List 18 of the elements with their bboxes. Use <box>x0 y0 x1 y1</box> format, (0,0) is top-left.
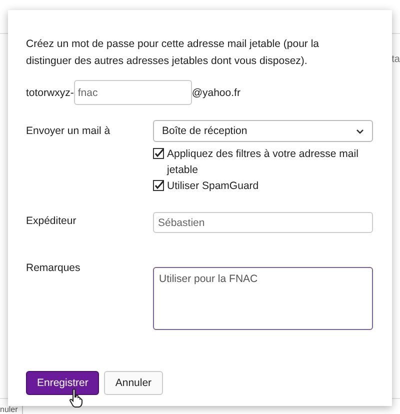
address-domain: @yahoo.fr <box>192 86 240 98</box>
address-prefix: totorwxyz- <box>26 86 74 98</box>
alias-input-field[interactable]: fnac <box>74 80 192 105</box>
checkbox[interactable] <box>153 148 164 159</box>
cancel-button[interactable]: Annuler <box>104 371 163 395</box>
field-label: Remarques <box>26 262 82 276</box>
destination-select[interactable]: Boîte de réception <box>153 120 373 142</box>
checkbox-label: Utiliser SpamGuard <box>167 179 259 194</box>
background-text: ta <box>392 54 400 65</box>
notes-textarea[interactable]: Utiliser pour la FNAC <box>153 267 373 330</box>
intro-text: Créez un mot de passe pour cette adresse mail jetable (pour la distinguer des autres adresses jetables dont vous disposez). <box>26 37 320 69</box>
field-label: Envoyer un mail à <box>26 124 112 139</box>
checkbox[interactable] <box>153 180 164 191</box>
checkbox-label: Appliquez des filtres à votre adresse mail jetable <box>167 147 360 178</box>
sender-input-field[interactable]: Sébastien <box>153 212 373 233</box>
save-button[interactable]: Enregistrer <box>26 371 100 395</box>
caret-icon <box>356 128 364 134</box>
field-label: Expéditeur <box>26 214 78 229</box>
